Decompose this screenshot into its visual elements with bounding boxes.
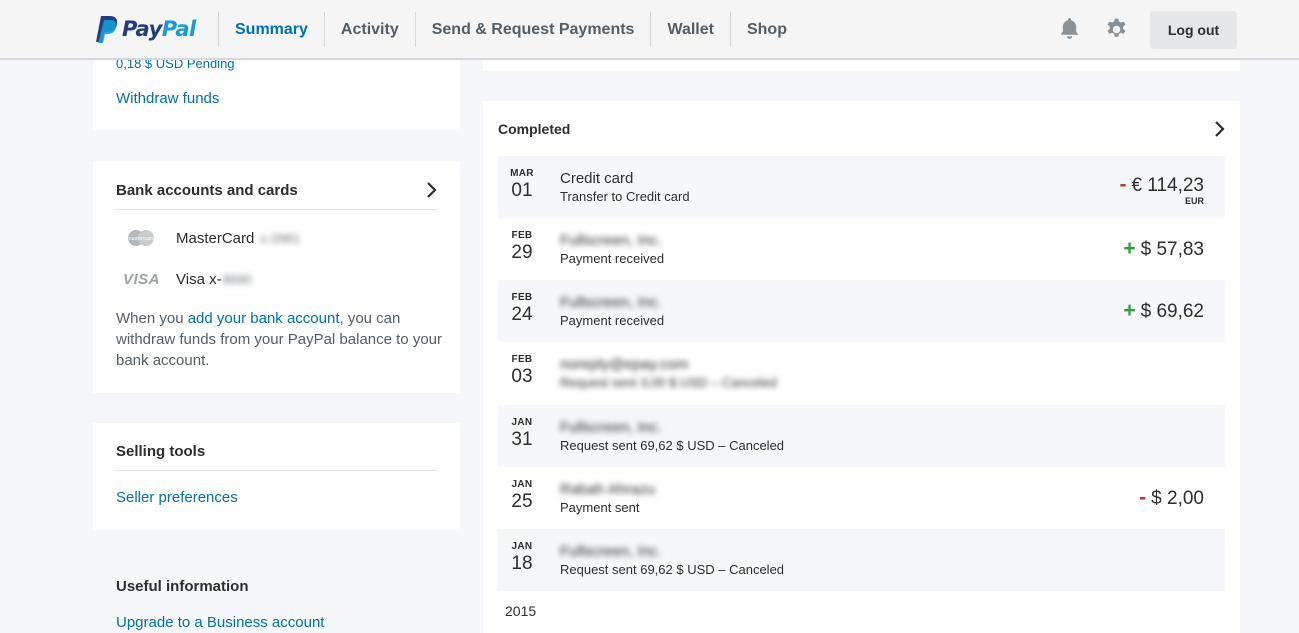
tx-amount: + $ 57,83 <box>1123 237 1204 261</box>
tx-value: $ 69,62 <box>1140 301 1204 322</box>
tx-day: 31 <box>511 429 533 450</box>
tx-day: 01 <box>511 180 533 201</box>
tx-value: € 114,23 <box>1131 175 1204 196</box>
logout-button[interactable]: Log out <box>1150 11 1237 49</box>
mastercard-masked-number: x-2981 <box>260 230 301 246</box>
tx-month: FEB <box>511 292 533 303</box>
seller-preferences-link[interactable]: Seller preferences <box>116 489 238 506</box>
paypal-p-icon <box>96 16 118 43</box>
previous-card-bottom <box>483 60 1240 71</box>
tx-sign: + <box>1123 299 1136 322</box>
tx-month: JAN <box>511 417 533 428</box>
tx-description: Payment received <box>560 313 665 328</box>
selling-tools-card <box>93 423 460 530</box>
nav-summary[interactable]: Summary <box>218 12 324 47</box>
tx-month: FEB <box>511 230 533 241</box>
tx-name: Fullscreen, Inc. <box>560 419 662 436</box>
tx-amount: + $ 69,62 <box>1123 299 1204 323</box>
transaction-row[interactable]: FEB 24 Fullscreen, Inc. Payment received… <box>498 280 1225 342</box>
bell-icon[interactable] <box>1057 16 1082 41</box>
main-nav: Summary Activity Send & Request Payments… <box>218 12 803 47</box>
tx-sign: - <box>1119 173 1127 196</box>
tx-sign: + <box>1123 237 1136 260</box>
visa-row[interactable]: VISA Visa x- 8690 <box>123 270 252 288</box>
tx-value: $ 57,83 <box>1140 239 1204 260</box>
top-header: PayPal Summary Activity Send & Request P… <box>0 0 1299 60</box>
tx-name: Rabah Ahrazu <box>560 481 656 498</box>
tx-name: noreply@epay.com <box>560 356 689 373</box>
paypal-logo[interactable]: PayPal <box>94 14 196 44</box>
tx-month: MAR <box>510 168 534 179</box>
tx-day: 25 <box>511 491 533 512</box>
tx-currency: EUR <box>1184 196 1204 206</box>
withdraw-funds-link[interactable]: Withdraw funds <box>116 90 219 107</box>
mastercard-logo-text: mastercard <box>127 236 155 242</box>
bank-card-divider <box>116 209 437 210</box>
tx-name: Fullscreen, Inc. <box>560 232 662 249</box>
gear-icon[interactable] <box>1104 16 1129 41</box>
transaction-row[interactable]: JAN 31 Fullscreen, Inc. Request sent 69,… <box>498 405 1225 467</box>
tx-month: JAN <box>511 479 533 490</box>
visa-label: Visa x- <box>176 270 222 288</box>
tx-month: FEB <box>511 354 533 365</box>
bank-info-text: When you add your bank account, you can … <box>116 310 442 369</box>
nav-wallet[interactable]: Wallet <box>650 12 730 47</box>
selling-tools-title: Selling tools <box>116 443 206 460</box>
year-label: 2015 <box>505 603 537 619</box>
upgrade-business-link[interactable]: Upgrade to a Business account <box>116 614 324 631</box>
tx-description: Payment received <box>560 251 665 266</box>
brand-pay: Pay <box>122 17 162 41</box>
transaction-row[interactable]: FEB 03 noreply@epay.com Request sent 3,0… <box>498 342 1225 404</box>
bank-accounts-title[interactable]: Bank accounts and cards <box>116 182 298 199</box>
mastercard-label: MasterCard <box>176 229 255 247</box>
nav-activity[interactable]: Activity <box>323 12 415 47</box>
nav-send-request[interactable]: Send & Request Payments <box>414 12 651 47</box>
tx-day: 24 <box>511 304 533 325</box>
nav-shop[interactable]: Shop <box>729 12 803 47</box>
transaction-row[interactable]: JAN 18 Fullscreen, Inc. Request sent 69,… <box>498 529 1225 591</box>
tx-amount: - € 114,23 <box>1119 173 1204 197</box>
tx-day: 03 <box>511 366 533 387</box>
tx-sign: - <box>1139 486 1147 509</box>
tx-name: Fullscreen, Inc. <box>560 294 662 311</box>
visa-masked-number: 8690 <box>222 271 252 287</box>
tx-day: 18 <box>511 553 533 574</box>
chevron-right-icon[interactable] <box>426 182 438 198</box>
tx-name: Fullscreen, Inc. <box>560 543 662 560</box>
tx-description: Request sent 69,62 $ USD – Canceled <box>560 438 785 453</box>
transaction-row[interactable]: MAR 01 Credit card Transfer to Credit ca… <box>498 156 1225 218</box>
transaction-row[interactable]: JAN 25 Rabah Ahrazu Payment sent - $ 2,0… <box>498 467 1225 529</box>
chevron-right-icon[interactable] <box>1214 121 1226 137</box>
tx-description: Transfer to Credit card <box>560 189 690 204</box>
tx-amount: - $ 2,00 <box>1139 486 1204 510</box>
mastercard-logo-icon: mastercard <box>127 230 155 246</box>
selling-divider <box>116 470 437 471</box>
useful-info-title: Useful information <box>116 578 249 595</box>
add-bank-account-link[interactable]: add your bank account <box>188 310 340 327</box>
tx-month: JAN <box>511 541 533 552</box>
transaction-row[interactable]: FEB 29 Fullscreen, Inc. Payment received… <box>498 218 1225 280</box>
tx-name: Credit card <box>560 170 634 187</box>
tx-value: $ 2,00 <box>1151 488 1204 509</box>
tx-description: Request sent 69,62 $ USD – Canceled <box>560 562 785 577</box>
brand-pal: Pal <box>161 17 196 41</box>
visa-logo-icon: VISA <box>123 270 161 288</box>
tx-description: Payment sent <box>560 500 640 515</box>
tx-description: Request sent 3,00 $ USD – Canceled <box>560 375 777 390</box>
completed-title: Completed <box>498 121 571 137</box>
mastercard-row[interactable]: mastercard MasterCard x-2981 <box>125 229 300 247</box>
tx-day: 29 <box>511 242 533 263</box>
